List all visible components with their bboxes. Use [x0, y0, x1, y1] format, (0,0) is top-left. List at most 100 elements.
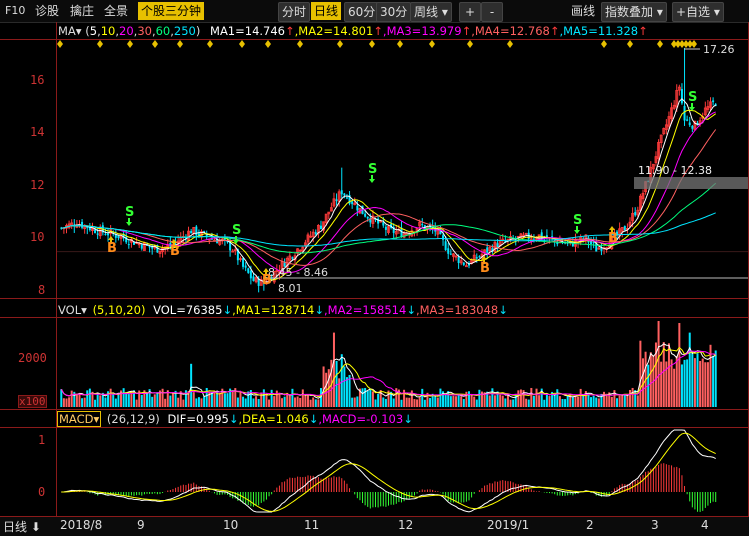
volume-bar: [361, 388, 364, 407]
volume-bar: [413, 399, 416, 407]
candle-body: [140, 244, 143, 249]
period-selector[interactable]: 日线 ⬇: [3, 518, 41, 535]
signal-diamond-icon: [297, 40, 303, 48]
kline-chart[interactable]: 17.26 11.90 - 12.38 8.45 - 8.46 8.01 B B B B B S S…: [0, 0, 749, 535]
volume-bar: [62, 398, 65, 407]
volume-bar: [268, 399, 271, 407]
volume-bar: [335, 360, 338, 407]
volume-bar: [127, 394, 130, 407]
volume-bar: [382, 397, 385, 407]
volume-bar: [670, 359, 673, 407]
x-tick-2019-1: 2019/1: [487, 518, 530, 532]
sell-marker: S: [368, 162, 377, 177]
volume-ma-line-10: [60, 346, 716, 398]
zone-label: 11.90 - 12.38: [638, 164, 712, 177]
volume-bar: [506, 394, 509, 407]
volume-bar: [255, 396, 258, 407]
volume-bar: [369, 388, 372, 407]
volume-bar: [429, 398, 432, 407]
buy-marker: B: [107, 241, 117, 256]
candle-body: [444, 241, 447, 251]
volume-bar: [434, 396, 437, 407]
price-tick-16: 16: [30, 73, 45, 87]
volume-bar: [678, 323, 681, 407]
volume-bar: [278, 392, 281, 407]
candle-body: [447, 248, 450, 254]
volume-bar: [519, 389, 522, 407]
candle-body: [384, 226, 387, 230]
price-tick-14: 14: [30, 125, 45, 139]
signal-diamond-icon: [152, 40, 158, 48]
volume-bar: [621, 394, 624, 407]
volume-bar: [527, 399, 530, 407]
volume-bar: [301, 389, 304, 407]
volume-bar: [190, 363, 193, 407]
volume-bar: [662, 342, 665, 407]
volume-bar: [610, 396, 613, 407]
volume-bar: [444, 394, 447, 407]
volume-bar: [532, 395, 535, 407]
volume-bar: [210, 392, 213, 407]
volume-bar: [631, 387, 634, 407]
volume-bar: [548, 396, 551, 407]
volume-bar: [299, 397, 302, 407]
volume-bar: [140, 394, 143, 407]
signal-diamond-icon: [429, 40, 435, 48]
volume-bar: [135, 399, 138, 407]
volume-bar: [218, 392, 221, 407]
volume-bar: [340, 354, 343, 407]
volume-bar: [579, 388, 582, 407]
signal-diamond-icon: [57, 40, 63, 48]
price-tick-8: 8: [38, 283, 46, 297]
volume-bar: [556, 389, 559, 407]
candle-body: [712, 100, 715, 103]
sell-marker: S: [125, 205, 134, 220]
volume-bar: [364, 387, 367, 407]
x-tick-12: 12: [398, 518, 414, 532]
volume-bar: [322, 366, 325, 407]
volume-bar: [421, 388, 424, 407]
candle-body: [680, 89, 683, 104]
volume-bar: [252, 398, 255, 407]
buy-marker: B: [608, 231, 618, 246]
price-tick-12: 12: [30, 178, 45, 192]
ma-line-5: [61, 98, 717, 283]
candle-body: [364, 213, 367, 217]
volume-bar: [153, 394, 156, 407]
volume-bar: [70, 390, 73, 407]
volume-bar: [81, 398, 84, 407]
volume-bar: [192, 392, 195, 407]
high-label: 17.26: [703, 43, 735, 56]
candle-body: [475, 257, 478, 259]
candle-body: [249, 270, 252, 279]
volume-bar: [88, 388, 91, 407]
candle-body: [683, 105, 686, 121]
annotations: 17.26 11.90 - 12.38 8.45 - 8.46 8.01 B B B B B S S…: [107, 43, 748, 295]
volume-bar: [96, 394, 99, 407]
volume-bar: [470, 394, 473, 407]
volume-bar: [577, 396, 580, 407]
volume-bar: [460, 396, 463, 407]
candle-body: [81, 221, 84, 228]
volume-bar: [452, 395, 455, 407]
candle-body: [104, 233, 107, 235]
volume-bar: [145, 393, 148, 407]
volume-bar: [706, 362, 709, 407]
candle-body: [252, 276, 255, 281]
buy-marker: B: [480, 261, 490, 276]
volume-bar: [283, 396, 286, 407]
volume-bar: [423, 399, 426, 407]
volume-bar: [660, 361, 663, 407]
volume-bar: [491, 388, 494, 407]
volume-bar: [265, 394, 268, 407]
volume-bar: [366, 390, 369, 407]
volume-bar: [473, 396, 476, 407]
volume-bar: [590, 397, 593, 407]
volume-bar: [408, 397, 411, 407]
volume-bar: [561, 399, 564, 407]
volume-bar: [587, 394, 590, 407]
volume-bar: [65, 398, 68, 407]
signal-diamond-icon: [657, 40, 663, 48]
buy-marker: B: [262, 273, 272, 288]
volume-bar: [312, 397, 315, 407]
